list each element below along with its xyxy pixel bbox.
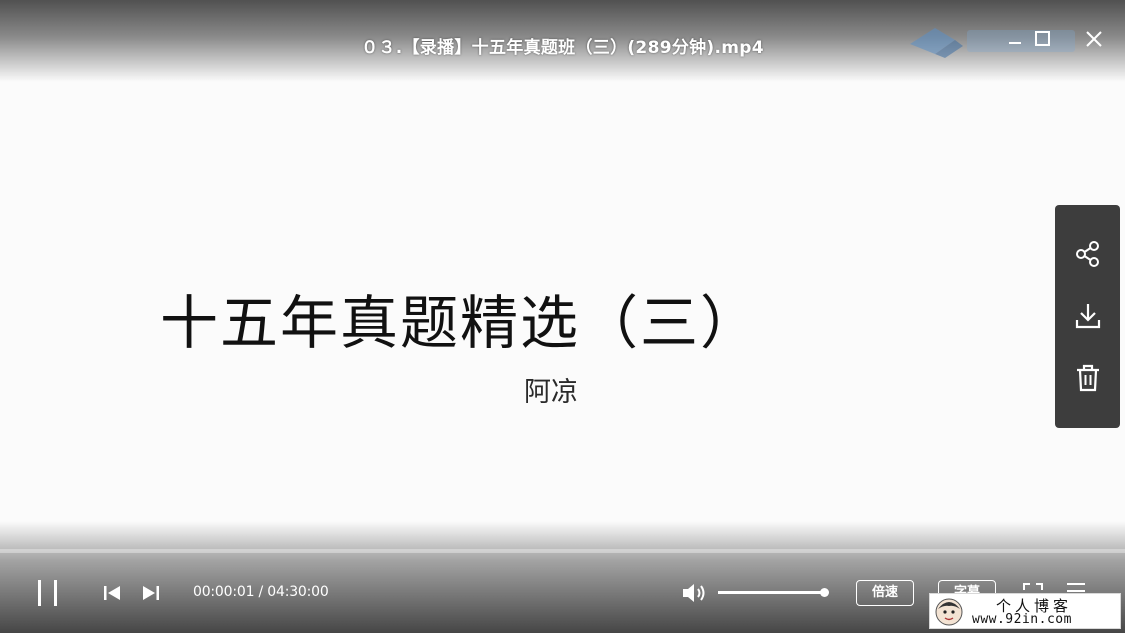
- blog-watermark: 个人博客 www.92in.com: [929, 593, 1121, 629]
- blog-url: www.92in.com: [972, 612, 1072, 627]
- side-action-panel: [1055, 205, 1120, 428]
- close-icon[interactable]: [1083, 28, 1105, 50]
- volume-knob[interactable]: [820, 588, 829, 597]
- video-title: ０３.【录播】十五年真题班（三）(289分钟).mp4: [361, 38, 764, 58]
- previous-icon[interactable]: [101, 583, 123, 603]
- trash-icon[interactable]: [1073, 363, 1103, 393]
- minimize-icon[interactable]: [1004, 28, 1026, 50]
- volume-slider[interactable]: [718, 588, 829, 597]
- speed-button[interactable]: 倍速: [856, 580, 914, 606]
- slide-author: 阿凉: [524, 377, 578, 408]
- maximize-icon[interactable]: [1032, 28, 1054, 50]
- volume-fill: [718, 591, 825, 594]
- progress-bar[interactable]: [0, 549, 1125, 553]
- time-display: 00:00:01 / 04:30:00: [193, 584, 329, 600]
- avatar-icon: [935, 598, 963, 626]
- download-icon[interactable]: [1073, 301, 1103, 331]
- volume-icon[interactable]: [680, 581, 708, 605]
- next-icon[interactable]: [140, 583, 162, 603]
- share-icon[interactable]: [1073, 239, 1103, 269]
- video-player[interactable]: ０３.【录播】十五年真题班（三）(289分钟).mp4 十五年真题精选（三） 阿…: [0, 0, 1125, 633]
- slide-title: 十五年真题精选（三）: [160, 289, 761, 357]
- pause-icon[interactable]: [34, 578, 62, 608]
